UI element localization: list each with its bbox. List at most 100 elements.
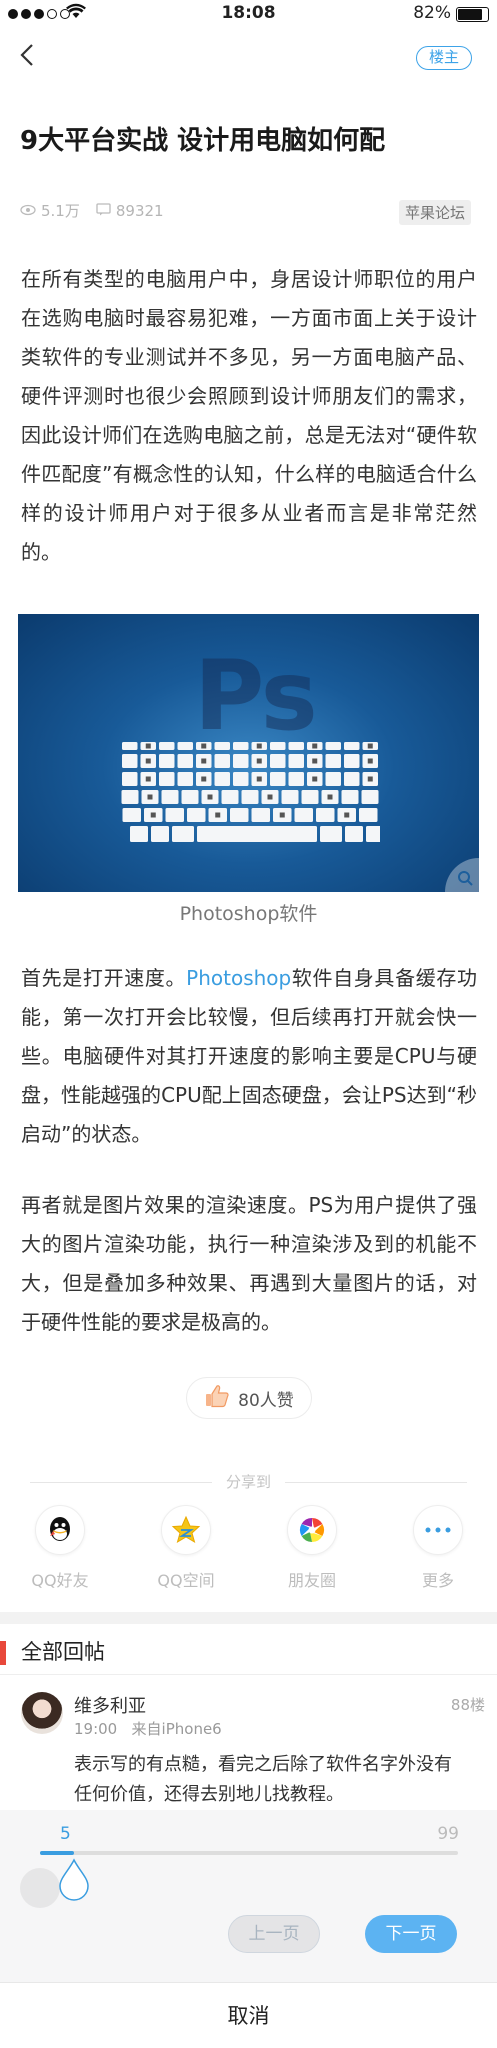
comment-count: 89321 [115, 201, 164, 220]
keyboard-key-glyph [145, 743, 151, 749]
photoshop-image[interactable]: Ps [18, 614, 479, 892]
keyboard-key [344, 754, 360, 768]
back-chevron-icon[interactable] [16, 40, 44, 70]
keyboard-key-glyph [256, 776, 262, 782]
keyboard-key-glyph [256, 758, 262, 764]
divider [0, 1674, 497, 1675]
next-page-button[interactable]: 下一页 [365, 1915, 457, 1953]
keyboard-key-glyph [145, 776, 151, 782]
keyboard-key [214, 742, 230, 750]
image-caption: Photoshop软件 [179, 903, 318, 925]
forum-tag[interactable]: 苹果论坛 [398, 200, 471, 225]
eye-icon [20, 202, 36, 220]
keyboard-key-glyph [367, 758, 373, 764]
keyboard-key [359, 808, 378, 822]
keyboard-key [159, 754, 175, 768]
post-meta: 5.1万 89321 [20, 200, 164, 221]
reply-time-value: 19:00 [74, 1720, 118, 1738]
photoshop-link[interactable]: Photoshop [186, 966, 291, 990]
keyboard-key [344, 742, 360, 750]
qzone-star-icon [161, 1505, 211, 1555]
keyboard-key-glyph [201, 776, 207, 782]
section-accent-bar [0, 1641, 6, 1665]
keyboard-key [288, 772, 304, 786]
keyboard-key [161, 790, 179, 804]
cancel-button[interactable]: 取消 [0, 1982, 497, 2048]
like-button[interactable]: 80人赞 [186, 1377, 312, 1419]
battery-percent: 82% [413, 3, 451, 23]
keyboard-key [316, 808, 335, 822]
share-qzone[interactable]: QQ空间 [146, 1505, 226, 1591]
battery-icon [456, 7, 489, 22]
keyboard-key [325, 754, 341, 768]
keyboard-key [214, 772, 230, 786]
replies-header: 全部回帖 [0, 1634, 497, 1674]
share-moments[interactable]: 朋友圈 [272, 1505, 352, 1591]
keyboard-key-glyph [279, 812, 285, 818]
keyboard-key-glyph [344, 812, 350, 818]
share-label: QQ空间 [157, 1571, 215, 1590]
keyboard-key-glyph [312, 758, 318, 764]
slider-drop-handle-icon[interactable] [57, 1858, 91, 1902]
page-slider-fill [40, 1851, 74, 1855]
post-title: 9大平台实战 设计用电脑如何配 [20, 126, 386, 156]
keyboard-key [320, 826, 342, 842]
keyboard-key-glyph [367, 743, 373, 749]
keyboard-key [361, 790, 379, 804]
paragraph-text: 首先是打开速度。 [21, 966, 187, 990]
keyboard-key [251, 808, 270, 822]
current-page-number: 5 [60, 1824, 71, 1844]
keyboard-key [214, 754, 230, 768]
keyboard-key-glyph [256, 743, 262, 749]
comment-icon [96, 202, 111, 220]
keyboard-key [233, 772, 249, 786]
share-more[interactable]: 更多 [398, 1505, 478, 1591]
keyboard-key [165, 808, 184, 822]
post-paragraph: 在所有类型的电脑用户中，身居设计师职位的用户在选购电脑时最容易犯难，一方面市面上… [21, 267, 477, 564]
keyboard-key [344, 772, 360, 786]
keyboard-key-glyph [367, 776, 373, 782]
paragraph-text: 软件自身具备缓存功能，第一次打开会比较慢，但后续再打开就会快一些。电脑硬件对其打… [21, 966, 478, 1146]
keyboard-key [230, 808, 249, 822]
keyboard-key [288, 742, 304, 750]
previous-page-button[interactable]: 上一页 [228, 1915, 320, 1953]
reply-time: 19:00 来自iPhone6 [74, 1718, 222, 1739]
keyboard-key [281, 790, 299, 804]
keyboard-key-glyph [207, 794, 213, 800]
underlying-avatar-blur [20, 1868, 60, 1908]
replies-title: 全部回帖 [21, 1640, 105, 1664]
keyboard-key [301, 790, 319, 804]
section-gap [0, 1612, 497, 1624]
keyboard-key [341, 790, 359, 804]
keyboard-key [325, 772, 341, 786]
keyboard-key [159, 742, 175, 750]
qq-icon [35, 1505, 85, 1555]
owner-only-button[interactable]: 楼主 [416, 46, 472, 70]
keyboard-key [345, 826, 363, 842]
thumbs-up-icon [204, 1383, 230, 1414]
keyboard-key [221, 790, 239, 804]
keyboard-key [121, 790, 139, 804]
keyboard-key [270, 772, 286, 786]
reply-floor: 88楼 [450, 1696, 485, 1714]
share-qq-friends[interactable]: QQ好友 [20, 1505, 100, 1591]
post-paragraph: 再者就是图片效果的渲染速度。PS为用户提供了强大的图片渲染功能，执行一种渲染涉及… [21, 1193, 477, 1334]
keyboard-key-glyph [215, 812, 221, 818]
avatar[interactable] [21, 1692, 63, 1734]
reply-device: 来自iPhone6 [131, 1720, 222, 1738]
keyboard-key [270, 742, 286, 750]
keyboard-key [159, 772, 175, 786]
keyboard-key [233, 754, 249, 768]
share-label: 朋友圈 [287, 1571, 336, 1590]
keyboard-key [122, 754, 138, 768]
keyboard-key [177, 742, 193, 750]
keyboard-key [181, 790, 199, 804]
keyboard-key [187, 808, 206, 822]
page-slider-track[interactable] [40, 1851, 458, 1855]
zoom-magnifier-icon[interactable] [445, 858, 479, 892]
keyboard-illustration [121, 742, 380, 842]
reply-username[interactable]: 维多利亚 [74, 1692, 146, 1718]
keyboard-key-glyph [201, 758, 207, 764]
keyboard-key-glyph [201, 743, 207, 749]
post-paragraph: 首先是打开速度。Photoshop软件自身具备缓存功能，第一次打开会比较慢，但后… [21, 959, 477, 1154]
